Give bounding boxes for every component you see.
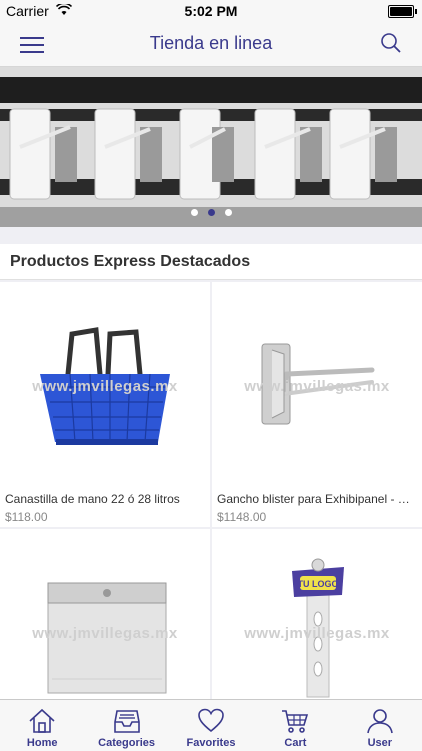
svg-text:TU LOGO: TU LOGO [298, 579, 339, 589]
battery-icon [388, 5, 417, 18]
tab-bar: Home Categories Favorites Cart User [0, 699, 422, 751]
user-icon [367, 709, 393, 734]
section-title: Productos Express Destacados [0, 244, 422, 280]
tab-label: Favorites [186, 737, 236, 749]
carousel-dots[interactable] [0, 203, 422, 221]
status-bar: Carrier 5:02 PM [0, 0, 422, 22]
product-grid: www.jmvillegas.mx Canastilla de mano 22 … [0, 282, 422, 702]
product-name: Gancho blister para Exhibipanel - Caja..… [217, 492, 417, 506]
product-card[interactable]: www.jmvillegas.mx [0, 529, 210, 702]
carousel-dot-active[interactable] [207, 209, 215, 216]
tab-cart[interactable]: Cart [253, 700, 337, 751]
navigation-bar: Tienda en linea [0, 22, 422, 67]
product-card[interactable]: TU LOGO www.jmvillegas.mx [212, 529, 422, 702]
tab-label: Home [26, 737, 58, 749]
banner-carousel[interactable] [0, 67, 422, 227]
product-name: Canastilla de mano 22 ó 28 litros [5, 492, 180, 506]
tab-user[interactable]: User [338, 700, 422, 751]
product-card[interactable]: www.jmvillegas.mx Canastilla de mano 22 … [0, 282, 210, 527]
watermark-text: www.jmvillegas.mx [32, 378, 178, 395]
tab-label: Categories [98, 737, 156, 749]
product-price: $118.00 [5, 510, 48, 524]
search-icon[interactable] [380, 32, 402, 54]
carousel-dot[interactable] [190, 209, 198, 216]
product-card[interactable]: www.jmvillegas.mx Gancho blister para Ex… [212, 282, 422, 527]
status-time: 5:02 PM [184, 3, 238, 19]
tab-favorites[interactable]: Favorites [169, 700, 253, 751]
watermark-text: www.jmvillegas.mx [244, 625, 390, 642]
carousel-dot[interactable] [224, 209, 232, 216]
tab-categories[interactable]: Categories [84, 700, 168, 751]
watermark-text: www.jmvillegas.mx [32, 625, 178, 642]
home-icon [29, 708, 55, 733]
tab-label: Cart [284, 737, 307, 749]
page-title: Tienda en linea [149, 33, 273, 53]
heart-icon [198, 708, 224, 733]
tab-home[interactable]: Home [0, 700, 84, 751]
product-price: $1148.00 [217, 510, 267, 524]
cart-icon [282, 710, 309, 733]
watermark-text: www.jmvillegas.mx [244, 378, 390, 395]
tab-label: User [367, 737, 393, 749]
tray-icon [113, 710, 140, 733]
